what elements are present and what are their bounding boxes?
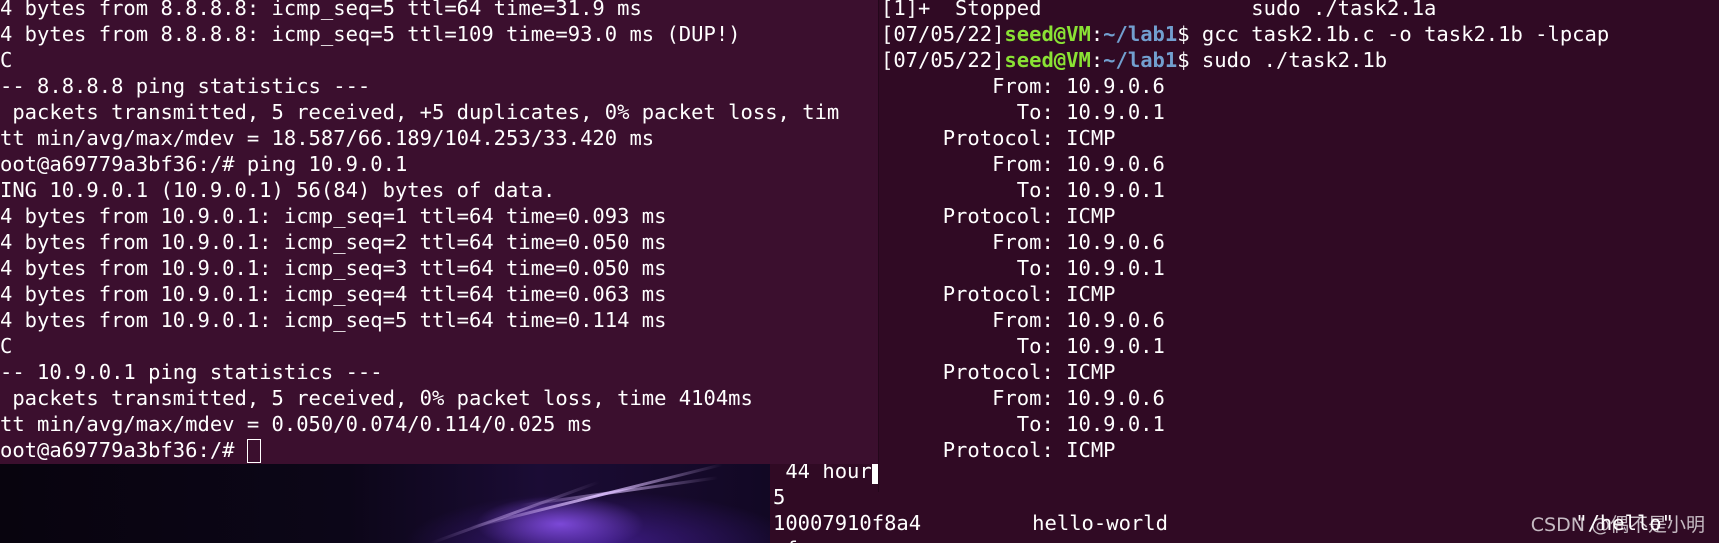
- terminal-output-line: 4 bytes from 10.9.0.1: icmp_seq=4 ttl=64…: [0, 282, 667, 306]
- prompt-timestamp: [07/05/22]: [881, 22, 1005, 46]
- terminal-line: 5: [773, 485, 786, 509]
- terminal-output-line: 4 bytes from 10.9.0.1: icmp_seq=3 ttl=64…: [0, 256, 667, 280]
- prompt-user: seed@VM: [1004, 22, 1091, 46]
- sniffer-output-line: Protocol: ICMP: [881, 282, 1116, 306]
- sniffer-output-line: From: 10.9.0.6: [881, 74, 1165, 98]
- job-status-line: [1]+ Stopped sudo ./task2.1a: [881, 0, 1437, 20]
- terminal-output-line: 4 bytes from 8.8.8.8: icmp_seq=5 ttl=64 …: [0, 0, 642, 20]
- prompt-path: ~/lab1: [1103, 22, 1178, 46]
- sniffer-output-line: To: 10.9.0.1: [881, 412, 1165, 436]
- terminal-output-line: tt min/avg/max/mdev = 0.050/0.074/0.114/…: [0, 412, 593, 436]
- sniffer-output-line: To: 10.9.0.1: [881, 100, 1165, 124]
- sniffer-output-line: To: 10.9.0.1: [881, 178, 1165, 202]
- terminal-line: af: [773, 536, 798, 543]
- wallpaper-light-streak: [469, 464, 723, 529]
- desktop-wallpaper: [0, 464, 770, 543]
- terminal-output-line: ING 10.9.0.1 (10.9.0.1) 56(84) bytes of …: [0, 178, 556, 202]
- terminal-output-line: 4 bytes from 10.9.0.1: icmp_seq=5 ttl=64…: [0, 308, 667, 332]
- terminal-line: 44 hour: [773, 464, 886, 484]
- right-terminal-window[interactable]: [1]+ Stopped sudo ./task2.1a [07/05/22]s…: [878, 0, 1719, 492]
- sniffer-output-line: From: 10.9.0.6: [881, 230, 1165, 254]
- terminal-command-line: [07/05/22]seed@VM:~/lab1$ sudo ./task2.1…: [881, 47, 1387, 73]
- command-text: sudo ./task2.1b: [1189, 48, 1388, 72]
- terminal-output-line: 4 bytes from 8.8.8.8: icmp_seq=5 ttl=109…: [0, 22, 741, 46]
- sniffer-output-line: From: 10.9.0.6: [881, 386, 1165, 410]
- terminal-output-line: 4 bytes from 10.9.0.1: icmp_seq=1 ttl=64…: [0, 204, 667, 228]
- terminal-output-line: C: [0, 48, 13, 72]
- wallpaper-light-streak: [429, 480, 600, 543]
- wallpaper-light-streak: [519, 476, 719, 507]
- sniffer-output-line: Protocol: ICMP: [881, 204, 1116, 228]
- left-terminal-window[interactable]: 4 bytes from 8.8.8.8: icmp_seq=5 ttl=64 …: [0, 0, 878, 464]
- sniffer-output-line: Protocol: ICMP: [881, 438, 1116, 462]
- prompt-separator: :: [1090, 48, 1104, 72]
- terminal-command-line: [07/05/22]seed@VM:~/lab1$ gcc task2.1b.c…: [881, 21, 1609, 47]
- csdn-watermark: CSDN @偶不是小明: [1530, 514, 1705, 536]
- prompt-separator: :: [1090, 22, 1104, 46]
- terminal-output-line: 4 bytes from 10.9.0.1: icmp_seq=2 ttl=64…: [0, 230, 667, 254]
- prompt-user: seed@VM: [1004, 48, 1091, 72]
- terminal-output-line: -- 8.8.8.8 ping statistics ---: [0, 74, 371, 98]
- terminal-output-line: packets transmitted, 5 received, 0% pack…: [0, 386, 753, 410]
- command-text: gcc task2.1b.c -o task2.1b -lpcap: [1189, 22, 1610, 46]
- terminal-output-line: -- 10.9.0.1 ping statistics ---: [0, 360, 383, 384]
- terminal-output-line: oot@a69779a3bf36:/# ping 10.9.0.1: [0, 152, 408, 176]
- prompt-timestamp: [07/05/22]: [881, 48, 1005, 72]
- terminal-output-line: C: [0, 334, 13, 358]
- sniffer-output-line: Protocol: ICMP: [881, 360, 1116, 384]
- sniffer-output-line: To: 10.9.0.1: [881, 334, 1165, 358]
- sniffer-output-line: To: 10.9.0.1: [881, 256, 1165, 280]
- sniffer-output-line: From: 10.9.0.6: [881, 308, 1165, 332]
- sniffer-output-line: Protocol: ICMP: [881, 126, 1116, 150]
- prompt-symbol: $: [1177, 48, 1190, 72]
- terminal-cursor: [246, 439, 261, 463]
- terminal-output-line: packets transmitted, 5 received, +5 dupl…: [0, 100, 840, 124]
- sniffer-output-line: From: 10.9.0.6: [881, 152, 1165, 176]
- terminal-output-line: tt min/avg/max/mdev = 18.587/66.189/104.…: [0, 126, 655, 150]
- terminal-prompt-line[interactable]: oot@a69779a3bf36:/#: [0, 437, 261, 463]
- desktop: 44 hour 5 10007910f8a4 hello-world "/hel…: [0, 0, 1719, 543]
- shell-prompt: oot@a69779a3bf36:/#: [0, 438, 247, 462]
- prompt-path: ~/lab1: [1103, 48, 1178, 72]
- prompt-symbol: $: [1177, 22, 1190, 46]
